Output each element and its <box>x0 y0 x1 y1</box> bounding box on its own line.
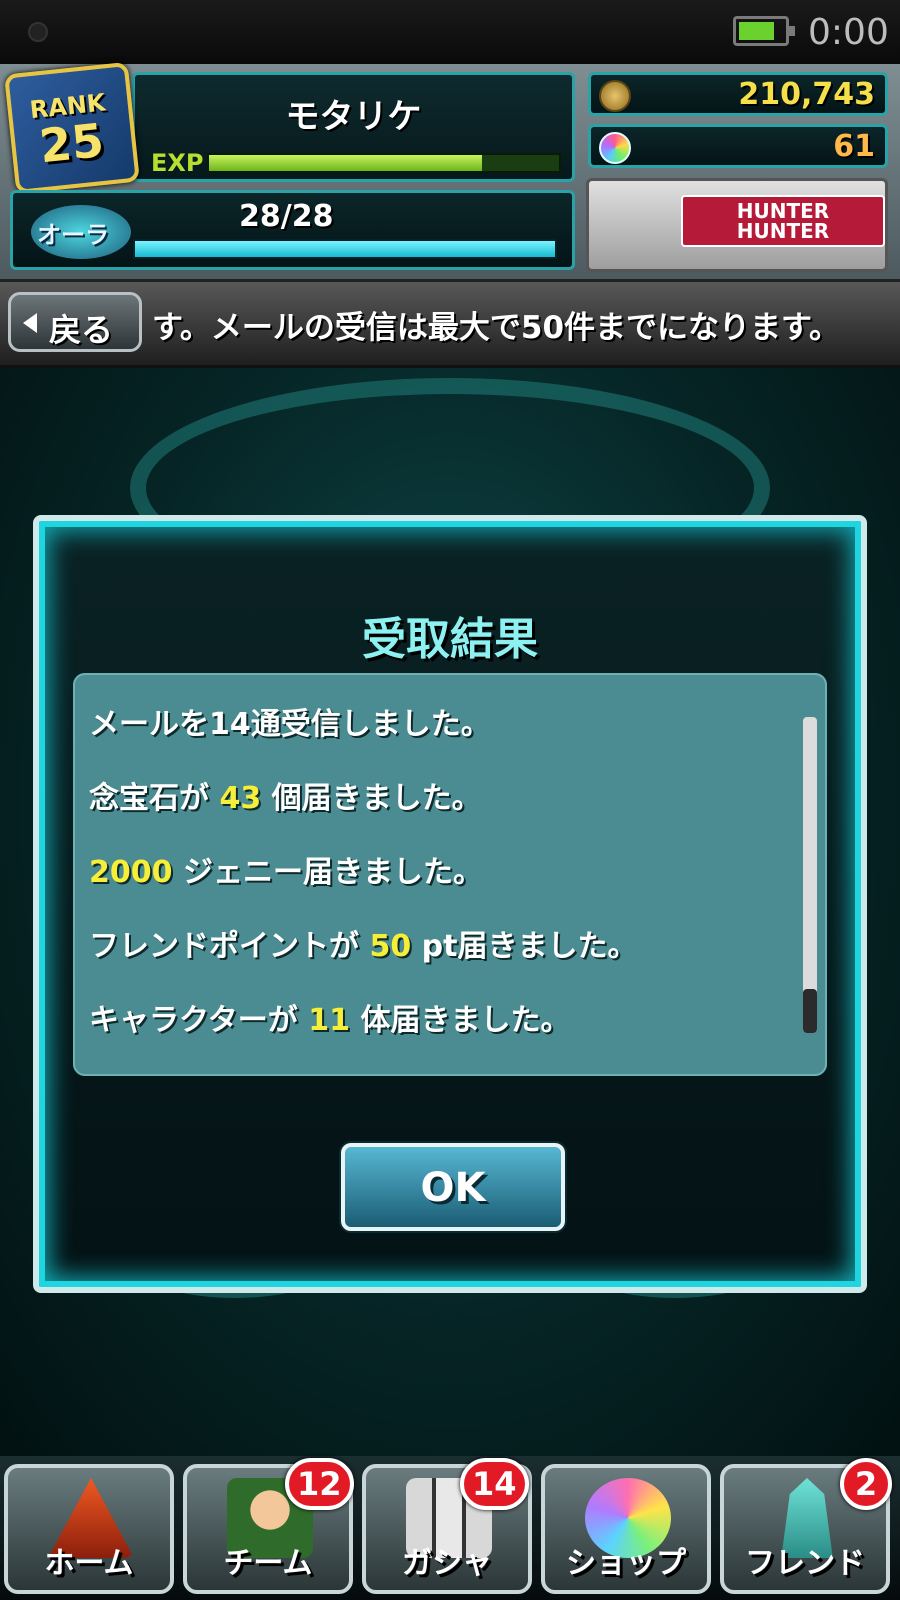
coin-icon <box>599 80 631 112</box>
nav-label: ホーム <box>44 1546 134 1581</box>
game-logo: HUNTER HUNTER <box>681 195 885 247</box>
aura-panel: オーラ 28/28 <box>10 190 575 270</box>
dialog-title: 受取結果 <box>362 614 538 665</box>
nav-label: チーム <box>223 1546 313 1581</box>
camera-icon <box>28 22 48 42</box>
result-line: 2000 ジェニー届きました。 <box>89 855 483 890</box>
nav-label: ショップ <box>566 1546 686 1581</box>
result-list[interactable]: メールを14通受信しました。 念宝石が 43 個届きました。 2000 ジェニー… <box>73 673 827 1076</box>
back-arrow-icon <box>23 313 37 333</box>
bottom-nav: ホーム チーム ガシャ ショップ フレンド 12 14 2 <box>0 1456 900 1600</box>
exp-bar-fill <box>209 155 482 171</box>
result-line: フレンドポイントが 50 pt届きました。 <box>89 929 638 964</box>
name-panel: モタリケ EXP <box>132 72 575 182</box>
player-header: モタリケ EXP RANK 25 オーラ 28/28 210,743 61 HU… <box>0 61 900 282</box>
exp-label: EXP <box>151 149 204 177</box>
ticker-message: す。メールの受信は最大で50件までになります。 <box>152 310 840 346</box>
rank-value: 25 <box>36 112 107 174</box>
result-line: メールを14通受信しました。 <box>89 707 491 742</box>
nav-shop-button[interactable]: ショップ <box>541 1464 711 1594</box>
navigation-bar: 戻る す。メールの受信は最大で50件までになります。 <box>0 282 900 368</box>
ok-button-label: OK <box>420 1165 486 1211</box>
gem-value: 61 <box>833 129 875 164</box>
scrollbar-thumb[interactable] <box>803 989 817 1033</box>
player-name: モタリケ <box>285 97 422 137</box>
aura-bar <box>133 239 557 259</box>
ok-button[interactable]: OK <box>341 1143 565 1231</box>
status-time: 0:00 <box>808 12 889 53</box>
jenny-value: 210,743 <box>738 77 875 112</box>
exp-bar <box>207 153 561 173</box>
back-button-label: 戻る <box>49 311 114 349</box>
gacha-badge: 14 <box>460 1458 529 1510</box>
rank-badge: RANK 25 <box>4 61 140 195</box>
gem-panel[interactable]: 61 <box>588 124 888 168</box>
nav-home-button[interactable]: ホーム <box>4 1464 174 1594</box>
gem-icon <box>599 132 631 164</box>
aura-count: 28/28 <box>239 199 334 234</box>
team-badge: 12 <box>285 1458 354 1510</box>
nav-label: フレンド <box>745 1546 865 1581</box>
jenny-panel[interactable]: 210,743 <box>588 72 888 116</box>
aura-bar-fill <box>135 241 555 257</box>
result-line: 念宝石が 43 個届きました。 <box>89 781 482 816</box>
game-logo-panel[interactable]: HUNTER HUNTER <box>586 178 888 272</box>
aura-label: オーラ <box>37 221 109 249</box>
result-line: キャラクターが 11 体届きました。 <box>89 1003 571 1038</box>
battery-icon <box>733 16 795 46</box>
scrollbar[interactable] <box>803 717 817 1033</box>
result-dialog: 受取結果 メールを14通受信しました。 念宝石が 43 個届きました。 2000… <box>33 515 867 1293</box>
status-bar: 0:00 <box>0 0 900 64</box>
nav-label: ガシャ <box>402 1546 492 1581</box>
back-button[interactable]: 戻る <box>8 292 142 352</box>
friend-badge: 2 <box>840 1458 892 1510</box>
